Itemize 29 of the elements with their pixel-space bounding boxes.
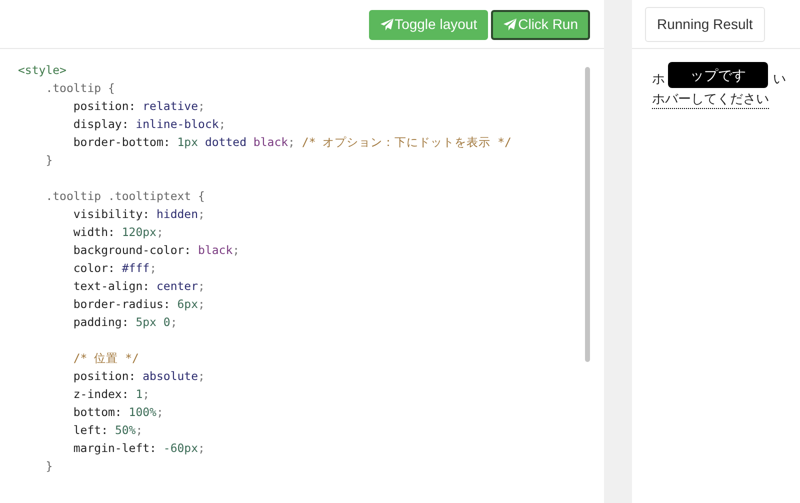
- code-line: border-bottom: 1px dotted black; /* オプション：下にドットを表示 */: [72, 134, 512, 151]
- code-line: display: inline-block;: [72, 116, 226, 133]
- code-line: }: [44, 458, 53, 475]
- scrollbar-thumb[interactable]: [585, 67, 590, 362]
- code-line: left: 50%;: [72, 422, 143, 439]
- code-line: bottom: 100%;: [72, 404, 164, 421]
- hover-text: い: [773, 70, 786, 88]
- code-line: z-index: 1;: [72, 386, 150, 403]
- hover-text: ホ: [652, 70, 665, 88]
- code-line: color: #fff;: [72, 260, 156, 277]
- code-line: padding: 5px 0;: [72, 314, 178, 331]
- tooltip: ップです: [668, 62, 768, 88]
- code-line: .tooltip {: [44, 80, 115, 97]
- hover-text[interactable]: ホバーしてください: [652, 90, 769, 109]
- code-line: width: 120px;: [72, 224, 164, 241]
- code-line: }: [44, 152, 53, 169]
- code-line: <style>: [18, 62, 66, 79]
- paper-plane-icon: [380, 18, 394, 31]
- code-line: .tooltip .tooltiptext {: [44, 188, 205, 205]
- code-line: border-radius: 6px;: [72, 296, 205, 313]
- code-line: position: absolute;: [72, 368, 205, 385]
- running-result-tab[interactable]: Running Result: [645, 6, 765, 42]
- code-line: position: relative;: [72, 98, 205, 115]
- code-line: background-color: black;: [72, 242, 240, 259]
- code-line: text-align: center;: [72, 278, 205, 295]
- code-line: visibility: hidden;: [72, 206, 205, 223]
- code-line: /* 位置 */: [72, 350, 139, 367]
- paper-plane-icon: [503, 18, 518, 31]
- code-line: margin-left: -60px;: [72, 440, 205, 457]
